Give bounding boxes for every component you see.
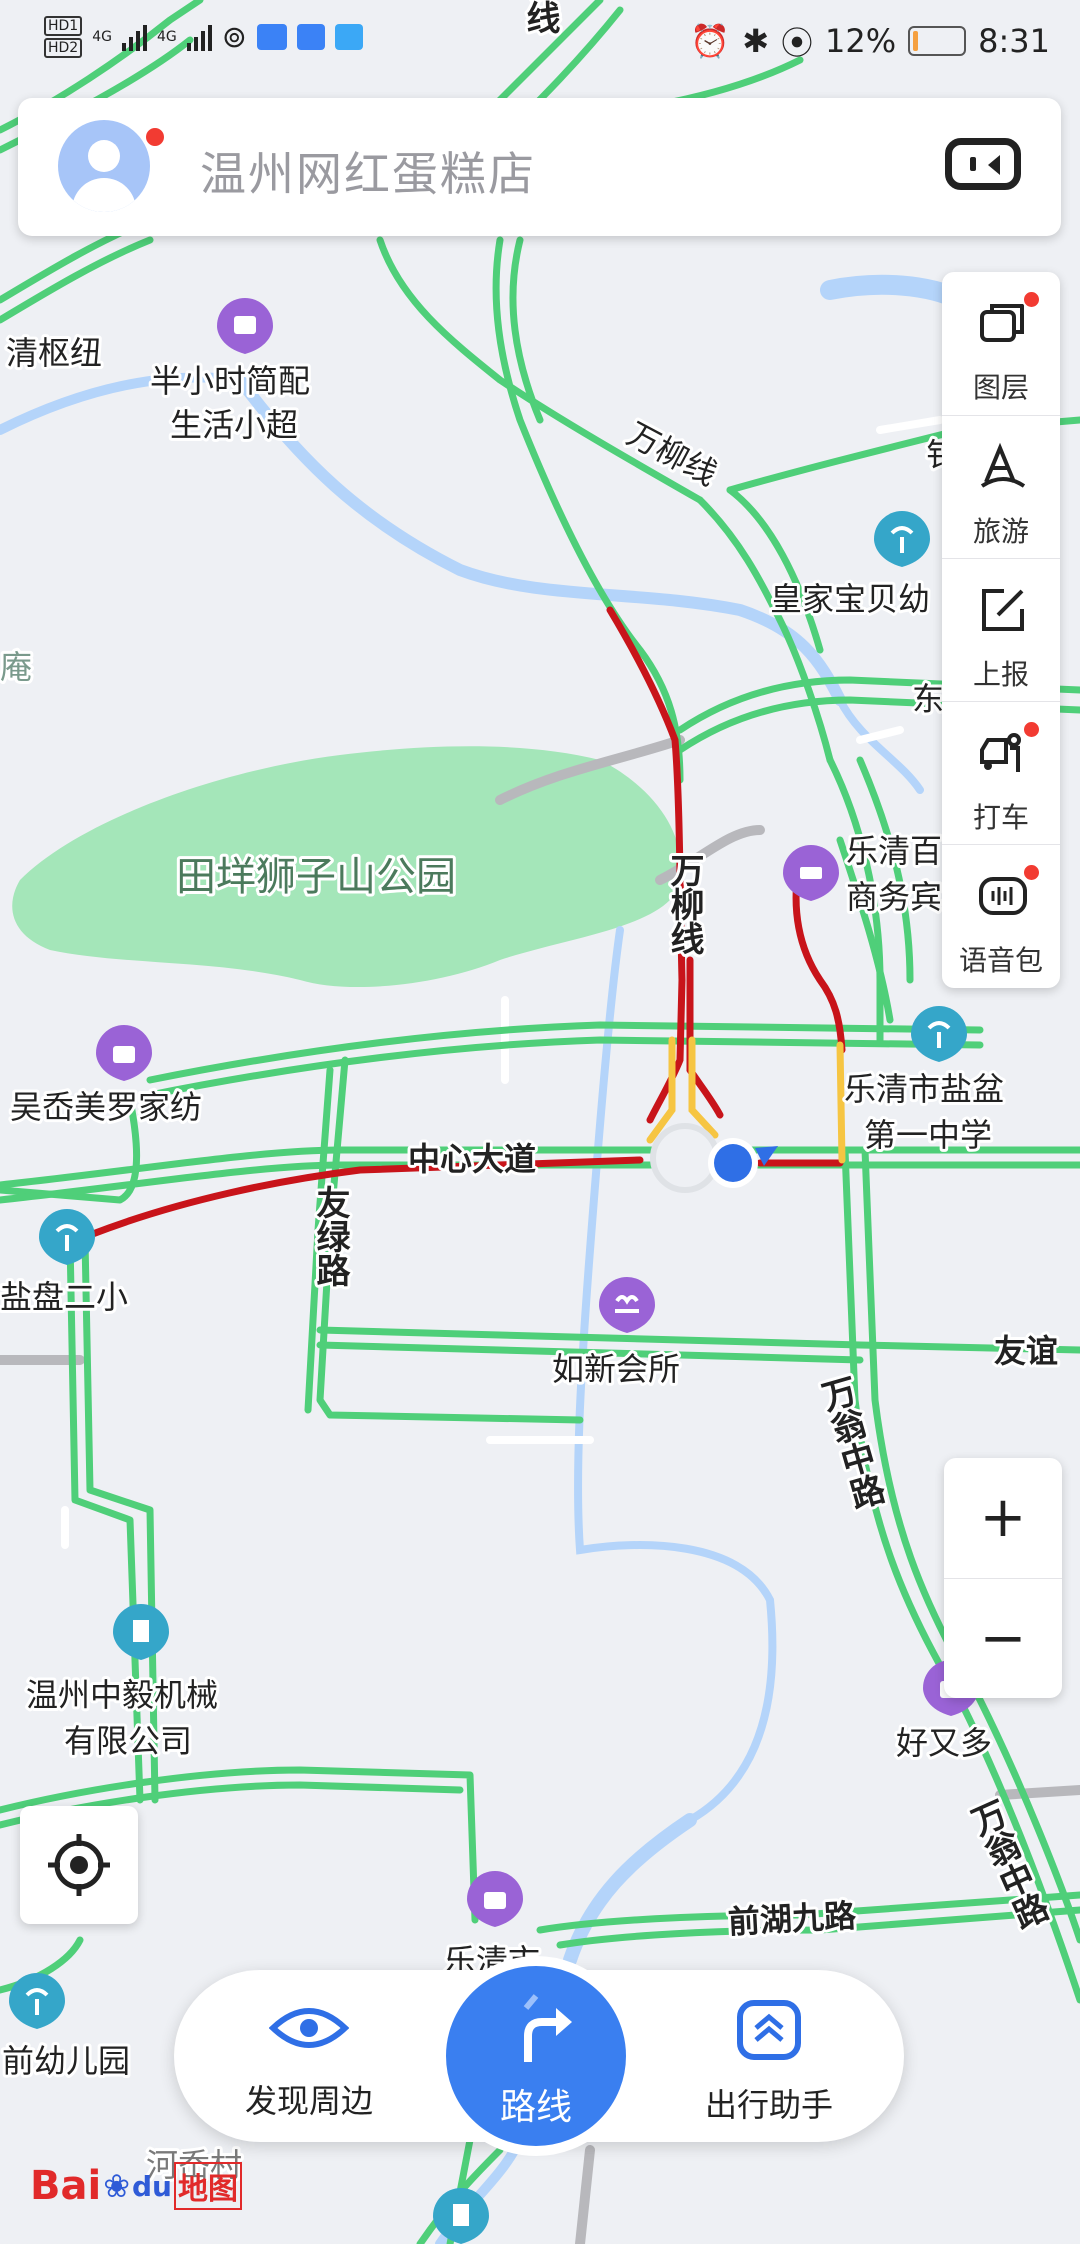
layers-icon — [980, 304, 1024, 342]
report-label: 上报 — [972, 658, 1029, 691]
battery-percent: 12% — [825, 22, 897, 60]
road-label: 东 — [912, 680, 944, 718]
park-label: 田垟狮子山公园 — [176, 854, 456, 900]
map-tools-panel: 图层 旅游 上报 打车 语音包 — [942, 272, 1060, 988]
logo-bai: Bai — [30, 2163, 102, 2209]
travel-button[interactable]: 旅游 — [942, 415, 1060, 559]
layers-label: 图层 — [972, 371, 1029, 404]
layers-notification-dot — [1022, 290, 1041, 309]
poi-label: 好又多 — [896, 1724, 992, 1762]
navigation-notification-icon — [334, 24, 363, 50]
paw-icon: ❀ — [103, 2167, 131, 2205]
signal-icon-2 — [186, 23, 212, 51]
location-pin-icon: ⦿ — [781, 24, 814, 62]
logo-du: du — [132, 2169, 172, 2203]
voice-pack-notification-dot — [1022, 863, 1041, 882]
status-right: ⏰ ✱ ⦿ 12% 8:31 — [690, 18, 1050, 64]
poi-label: 温州中毅机械 — [26, 1676, 218, 1714]
taxi-button[interactable]: 打车 — [942, 701, 1060, 845]
discover-nearby-label: 发现周边 — [244, 2082, 373, 2120]
travel-icon — [980, 442, 1026, 488]
logo-map: 地图 — [174, 2162, 242, 2210]
signal-icon-1 — [121, 23, 147, 51]
poi-label: 半小时简配 — [150, 362, 310, 400]
place-label: 乐清百 — [846, 832, 942, 870]
road-label: 友谊 — [994, 1332, 1058, 1370]
road-label-wanliu-vertical: 万柳线 — [664, 853, 704, 955]
locate-me-button[interactable] — [20, 1806, 138, 1924]
poi-label: 盐盘二小 — [0, 1278, 128, 1316]
layers-button[interactable]: 图层 — [942, 272, 1060, 415]
bottom-action-bar: 发现周边 路线 出行助手 — [174, 1956, 904, 2156]
travel-assistant-label: 出行助手 — [704, 2086, 833, 2124]
discover-nearby-button[interactable]: 发现周边 — [214, 2000, 404, 2122]
bluetooth-icon: ✱ — [742, 22, 769, 60]
travel-assistant-button[interactable]: 出行助手 — [674, 2000, 864, 2126]
poi-label: 吴岙美罗家纺 — [10, 1088, 202, 1126]
locate-icon — [48, 1834, 110, 1896]
status-left: HD1 HD2 4G 4G ⊚ — [44, 16, 363, 58]
status-bar: HD1 HD2 4G 4G ⊚ ⏰ ✱ ⦿ 12% 8:31 — [0, 0, 1080, 86]
poi-label: 如新会所 — [552, 1350, 680, 1388]
user-avatar-icon[interactable] — [58, 120, 150, 212]
alarm-icon: ⏰ — [690, 22, 731, 60]
map-canvas[interactable]: 清枢纽 半小时简配 生活小超 万柳线 皇家宝贝幼 庵 东 田垟狮子山公园 乐清百… — [0, 0, 1080, 2244]
poi-label: 第一中学 — [864, 1116, 992, 1154]
voice-pack-label: 语音包 — [958, 944, 1043, 977]
eye-icon — [268, 2008, 350, 2048]
route-label: 路线 — [499, 2087, 572, 2128]
poi-label: 前幼儿园 — [2, 2042, 130, 2080]
search-bar[interactable]: 温州网红蛋糕店 — [18, 98, 1061, 236]
app-notification-icon — [256, 24, 287, 50]
report-button[interactable]: 上报 — [942, 558, 1060, 702]
network-type-1: 4G — [92, 29, 112, 45]
zoom-in-button[interactable]: + — [944, 1458, 1062, 1578]
hotspot-icon: ⊚ — [221, 19, 247, 55]
road-label: 中心大道 — [408, 1140, 536, 1178]
taxi-icon — [980, 733, 1021, 772]
route-arrow-icon — [523, 1994, 572, 2062]
poi-label: 生活小超 — [170, 406, 298, 444]
taxi-label: 打车 — [972, 801, 1029, 834]
baidu-map-logo: Bai ❀ du 地图 — [30, 2162, 242, 2210]
route-button[interactable]: 路线 — [436, 1956, 636, 2156]
voice-pack-button[interactable]: 语音包 — [942, 844, 1060, 988]
place-label: 商务宾 — [846, 878, 942, 916]
voice-pack-icon — [979, 877, 1027, 915]
zoom-out-button[interactable]: − — [944, 1578, 1062, 1699]
clock: 8:31 — [978, 22, 1050, 60]
search-input[interactable]: 温州网红蛋糕店 — [200, 138, 536, 204]
travel-assistant-icon — [737, 2000, 801, 2060]
hd-badge-2: HD2 — [44, 38, 83, 58]
poi-label: 皇家宝贝幼 — [770, 580, 930, 618]
poi-label: 有限公司 — [64, 1722, 192, 1760]
avatar-notification-dot — [144, 126, 166, 148]
taxi-notification-dot — [1022, 720, 1041, 739]
poi-label: 乐清市盐盆 — [844, 1070, 1004, 1108]
road-label: 前湖九路 — [727, 1897, 858, 1942]
roundabout — [650, 1123, 720, 1193]
place-label-qing-hub: 清枢纽 — [6, 334, 102, 372]
voice-assistant-icon[interactable] — [945, 138, 1021, 190]
place-label: 庵 — [0, 648, 32, 686]
travel-label: 旅游 — [972, 515, 1029, 548]
road-label-youlv: 友绿路 — [310, 1185, 350, 1287]
network-type-2: 4G — [156, 29, 177, 45]
zoom-controls: + − — [944, 1458, 1062, 1698]
battery-icon — [908, 26, 967, 56]
report-icon — [982, 589, 1024, 631]
baidu-notification-icon — [296, 24, 325, 50]
hd-badge-1: HD1 — [44, 16, 83, 36]
